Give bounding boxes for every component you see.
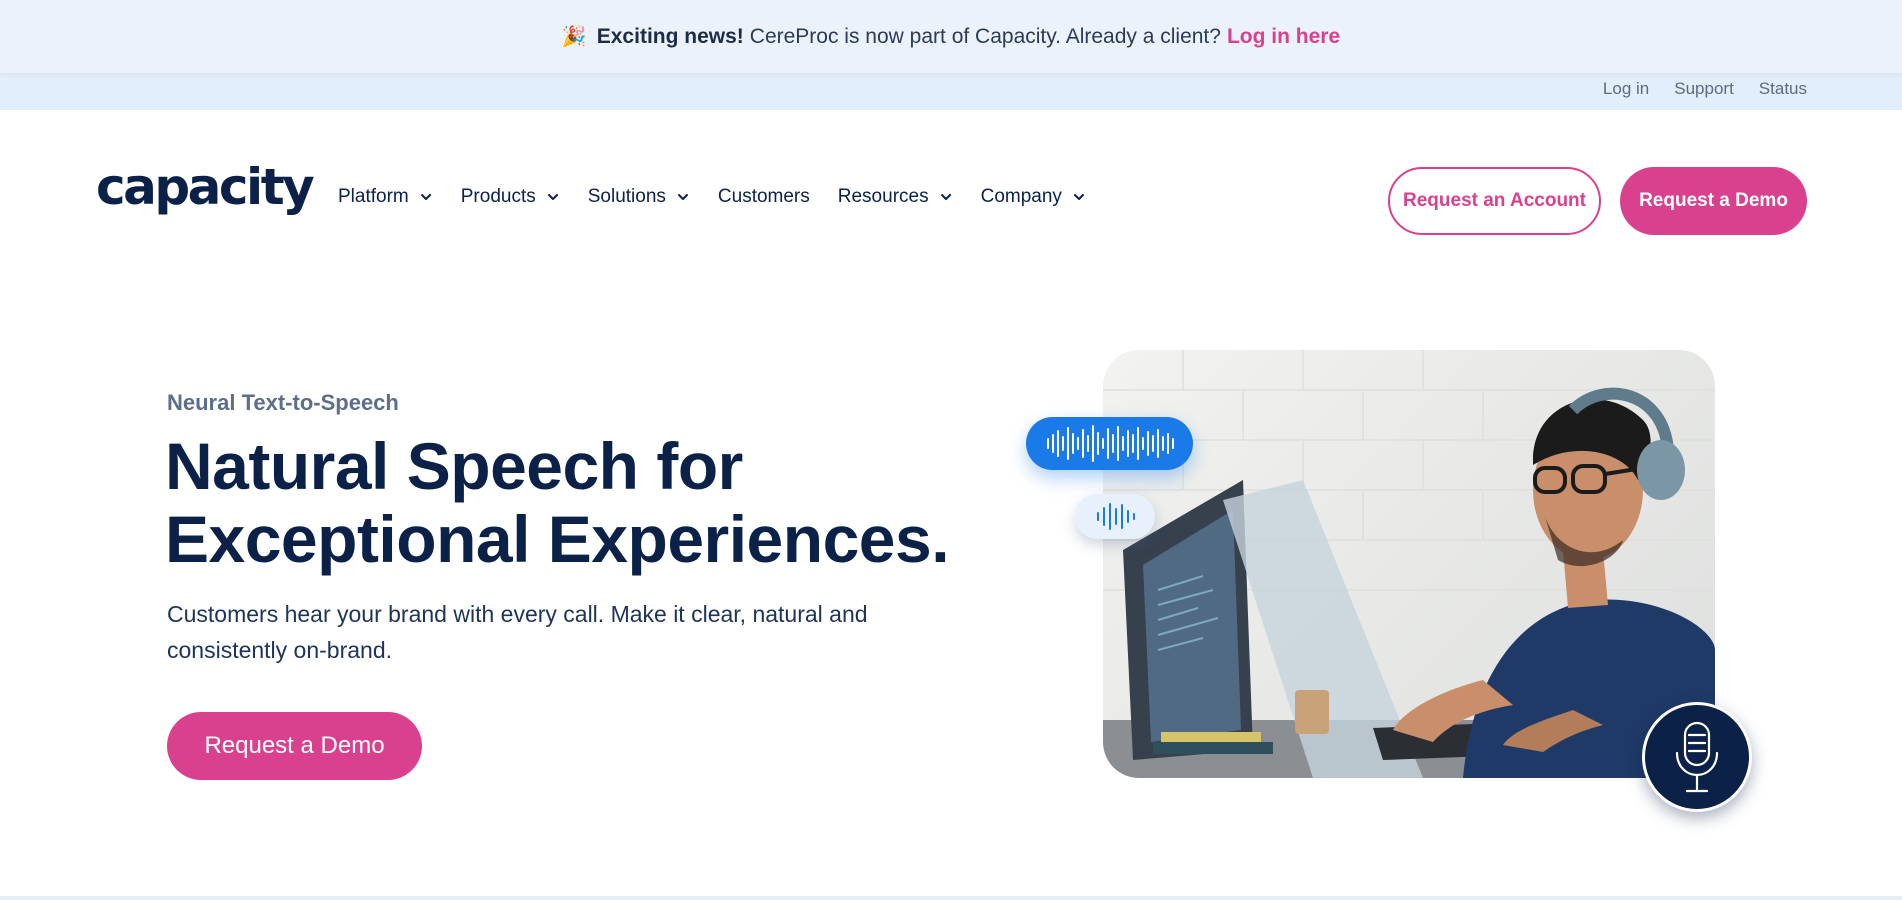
hero-headline-line1: Natural Speech for [165, 429, 743, 503]
nav-item-company[interactable]: Company [981, 186, 1086, 208]
waveform-bubble-large [1026, 417, 1193, 470]
nav-item-label: Resources [837, 186, 929, 207]
nav-item-label: Customers [717, 186, 810, 207]
hero-headline: Natural Speech for Exceptional Experienc… [165, 430, 985, 576]
person-at-computer-illustration [1103, 350, 1715, 778]
announcement-bar: 🎉 Exciting news! CereProc is now part of… [0, 0, 1902, 73]
nav-item-label: Products [460, 186, 536, 207]
nav-item-solutions[interactable]: Solutions [588, 186, 690, 208]
nav-item-platform[interactable]: Platform [338, 186, 433, 208]
utility-login-link[interactable]: Log in [1603, 79, 1649, 99]
announcement-text: CereProc is now part of Capacity. Alread… [749, 24, 1221, 48]
nav-item-customers[interactable]: Customers [718, 186, 810, 208]
microphone-icon [1675, 721, 1719, 793]
hero-subtext: Customers hear your brand with every cal… [167, 601, 868, 663]
nav-item-label: Solutions [587, 186, 666, 207]
capacity-logo[interactable]: capacity [96, 162, 315, 212]
utility-support-link[interactable]: Support [1674, 79, 1734, 99]
section-divider [0, 896, 1902, 900]
utility-bar: Log in Support Status [0, 73, 1902, 110]
utility-status-link[interactable]: Status [1759, 79, 1807, 99]
hero-eyebrow: Neural Text-to-Speech [167, 390, 399, 415]
chevron-down-icon [1073, 194, 1084, 200]
microphone-badge [1642, 702, 1752, 812]
main-navbar: capacity Platform Products Solutions Cus… [0, 110, 1902, 292]
nav-item-resources[interactable]: Resources [838, 186, 953, 208]
nav-item-label: Company [980, 186, 1062, 207]
chevron-down-icon [420, 194, 431, 200]
hero-photo [1103, 350, 1715, 778]
chevron-down-icon [677, 194, 688, 200]
waveform-icon [1047, 425, 1174, 462]
announcement-bold: Exciting news! [596, 24, 744, 48]
hero-headline-line2: Exceptional Experiences. [165, 502, 950, 576]
nav-item-label: Platform [338, 186, 409, 207]
waveform-bubble-small [1075, 494, 1155, 539]
hero-request-demo-button[interactable]: Request a Demo [167, 712, 422, 780]
utility-links: Log in Support Status [1603, 79, 1807, 99]
login-here-link[interactable]: Log in here [1227, 25, 1340, 49]
request-account-button[interactable]: Request an Account [1388, 167, 1601, 235]
request-demo-button[interactable]: Request a Demo [1620, 167, 1807, 235]
party-popper-icon: 🎉 [561, 26, 587, 48]
chevron-down-icon [547, 194, 558, 200]
nav-menu: Platform Products Solutions Customers Re… [338, 186, 1114, 208]
waveform-icon [1097, 503, 1135, 530]
nav-item-products[interactable]: Products [461, 186, 560, 208]
chevron-down-icon [940, 194, 951, 200]
